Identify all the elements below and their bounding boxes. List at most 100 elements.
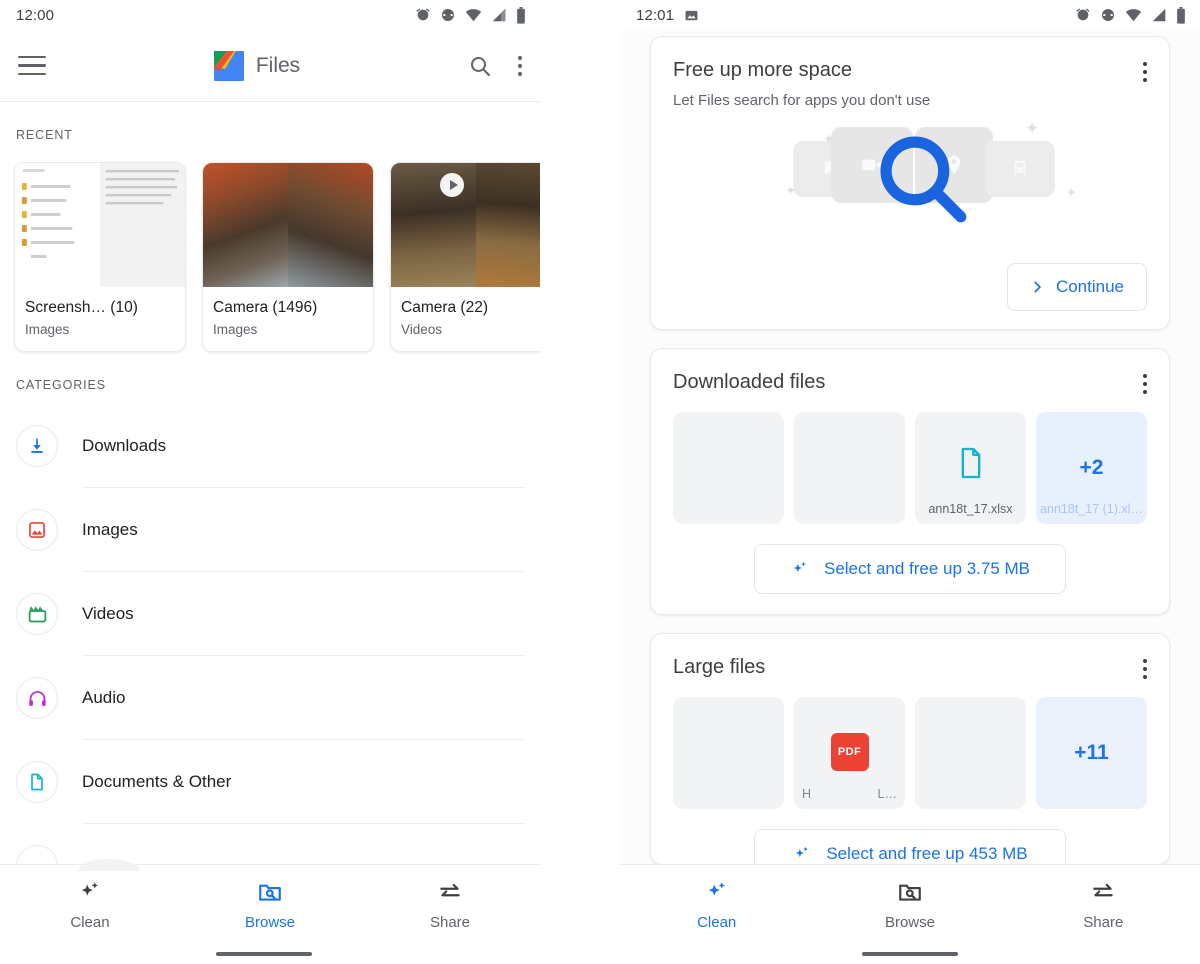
folder-search-icon <box>259 884 281 901</box>
recent-card-title: Camera (1496) <box>213 299 318 316</box>
sparkle-decor-icon: ✦ <box>785 183 796 198</box>
card-title: Large files <box>673 656 766 678</box>
file-tile-pdf[interactable]: PDF H L… <box>794 697 905 809</box>
category-label: Documents & Other <box>82 772 232 791</box>
category-label: Images <box>82 520 138 539</box>
thumb-image <box>100 163 185 287</box>
select-and-free-up-button[interactable]: Select and free up 3.75 MB <box>754 544 1066 594</box>
file-tile-more[interactable]: +11 <box>1036 697 1147 809</box>
wifi-icon <box>1125 9 1142 22</box>
status-left-icons <box>684 8 699 23</box>
select-free-up-label: Select and free up 453 MB <box>826 844 1028 863</box>
vibrate-icon <box>442 9 454 21</box>
file-name: ann18t_17.xlsx <box>928 502 1013 516</box>
category-item-documents[interactable]: Documents & Other <box>0 740 540 824</box>
more-count-badge: +11 <box>1074 741 1109 764</box>
recent-thumbnail <box>391 163 540 287</box>
more-vert-icon[interactable] <box>518 55 522 76</box>
card-large-files: Large files PDF H L… +11 Select and free… <box>650 633 1170 865</box>
recent-card[interactable]: Camera (1496) Images <box>202 162 374 352</box>
continue-button-label: Continue <box>1055 277 1124 296</box>
file-name-left: H <box>802 787 812 801</box>
card-header: Large files <box>673 656 1147 679</box>
bottom-navigation: Clean Browse Share <box>0 859 540 964</box>
screenshot-icon <box>685 10 698 20</box>
nav-item-share[interactable]: Share <box>360 879 540 931</box>
file-tile-photo[interactable] <box>794 412 905 524</box>
categories-list: Downloads Images Videos Audio Documents … <box>0 392 540 908</box>
recent-card-title: Camera (22) <box>401 299 488 316</box>
nav-item-share[interactable]: Share <box>1007 879 1200 931</box>
recent-card[interactable]: Camera (22) Videos <box>390 162 540 352</box>
nav-active-indicator <box>862 952 958 956</box>
headphones-icon <box>16 677 58 719</box>
left-status-bar: 12:00 <box>0 0 540 30</box>
nav-label: Share <box>429 914 471 931</box>
alarm-icon <box>416 8 430 21</box>
nav-label: Share <box>1083 914 1124 931</box>
pdf-icon: PDF <box>830 733 869 771</box>
file-tile-photo[interactable] <box>915 697 1026 809</box>
sparkle-decor-icon: ✦ <box>823 131 835 147</box>
sparkle-icon <box>708 882 725 896</box>
continue-button[interactable]: Continue <box>1006 263 1147 311</box>
vibrate-icon <box>1102 9 1114 21</box>
page-title: Files <box>255 53 301 77</box>
select-free-up-label: Select and free up 3.75 MB <box>823 559 1031 578</box>
thumb-image <box>15 163 100 287</box>
category-label: Videos <box>82 604 134 623</box>
hamburger-menu-icon[interactable] <box>18 55 46 76</box>
search-icon[interactable] <box>468 54 492 78</box>
category-label: Downloads <box>82 436 167 455</box>
thumb-image <box>391 163 476 287</box>
chevron-right-icon <box>1034 281 1041 293</box>
download-icon <box>16 425 58 467</box>
category-item-downloads[interactable]: Downloads <box>0 404 540 488</box>
nav-label: Browse <box>884 914 935 931</box>
signal-icon <box>1152 8 1166 22</box>
recent-cards-row: Screensh… (10) Images Camera (1496) Imag… <box>0 142 540 352</box>
category-item-images[interactable]: Images <box>0 488 540 572</box>
app-chip-transit <box>985 141 1055 197</box>
file-tiles-row: PDF H L… +11 <box>673 697 1147 809</box>
card-overflow-button[interactable] <box>1143 59 1147 82</box>
file-tile-photo[interactable] <box>673 697 784 809</box>
thumb-image <box>476 163 540 287</box>
category-label: Audio <box>82 688 126 707</box>
nav-item-browse[interactable]: Browse <box>813 879 1006 931</box>
categories-section-label: CATEGORIES <box>16 378 107 392</box>
card-header: Downloaded files <box>673 371 1147 394</box>
category-item-videos[interactable]: Videos <box>0 572 540 656</box>
status-clock: 12:00 <box>16 6 55 24</box>
screenshot-stage: 12:00 Files RECENT Screensh… (10) Images… <box>0 0 1200 964</box>
sparkle-icon <box>796 846 809 857</box>
card-header: Free up more space Let Files search for … <box>673 59 1147 109</box>
search-apps-illustration: ✦ ✦ ✦ ✦ <box>673 115 1147 233</box>
nav-item-clean[interactable]: Clean <box>620 879 813 931</box>
nav-label: Clean <box>70 914 110 931</box>
recent-card-meta: Camera (1496) Images <box>203 287 373 351</box>
recent-card[interactable]: Screensh… (10) Images <box>14 162 186 352</box>
clean-cards-list: Free up more space Let Files search for … <box>620 30 1200 865</box>
status-icons <box>1075 6 1186 24</box>
recent-card-subtitle: Images <box>213 322 258 337</box>
category-item-audio[interactable]: Audio <box>0 656 540 740</box>
nav-item-browse[interactable]: Browse <box>180 879 360 931</box>
select-and-free-up-button[interactable]: Select and free up 453 MB <box>754 829 1066 864</box>
bottom-navigation: Clean Browse Share <box>620 864 1200 964</box>
battery-icon <box>517 6 525 24</box>
magnifier-icon <box>880 136 967 223</box>
recent-card-meta: Camera (22) Videos <box>391 287 540 351</box>
file-tile-photo[interactable] <box>673 412 784 524</box>
signal-icon <box>492 8 506 22</box>
right-phone-panel: 12:01 Free up more space Let Files searc… <box>620 0 1200 964</box>
card-overflow-button[interactable] <box>1143 656 1147 679</box>
recent-card-title: Screensh… (10) <box>25 299 138 316</box>
file-tile-more[interactable]: +2 ann18t_17 (1).xl… <box>1036 412 1147 524</box>
card-title: Free up more space <box>673 59 852 81</box>
card-overflow-button[interactable] <box>1143 371 1147 394</box>
nav-item-clean[interactable]: Clean <box>0 879 180 931</box>
sparkle-icon <box>81 882 98 896</box>
sparkle-decor-icon: ✦ <box>1066 185 1077 200</box>
file-tile-document[interactable]: ann18t_17.xlsx <box>915 412 1026 524</box>
